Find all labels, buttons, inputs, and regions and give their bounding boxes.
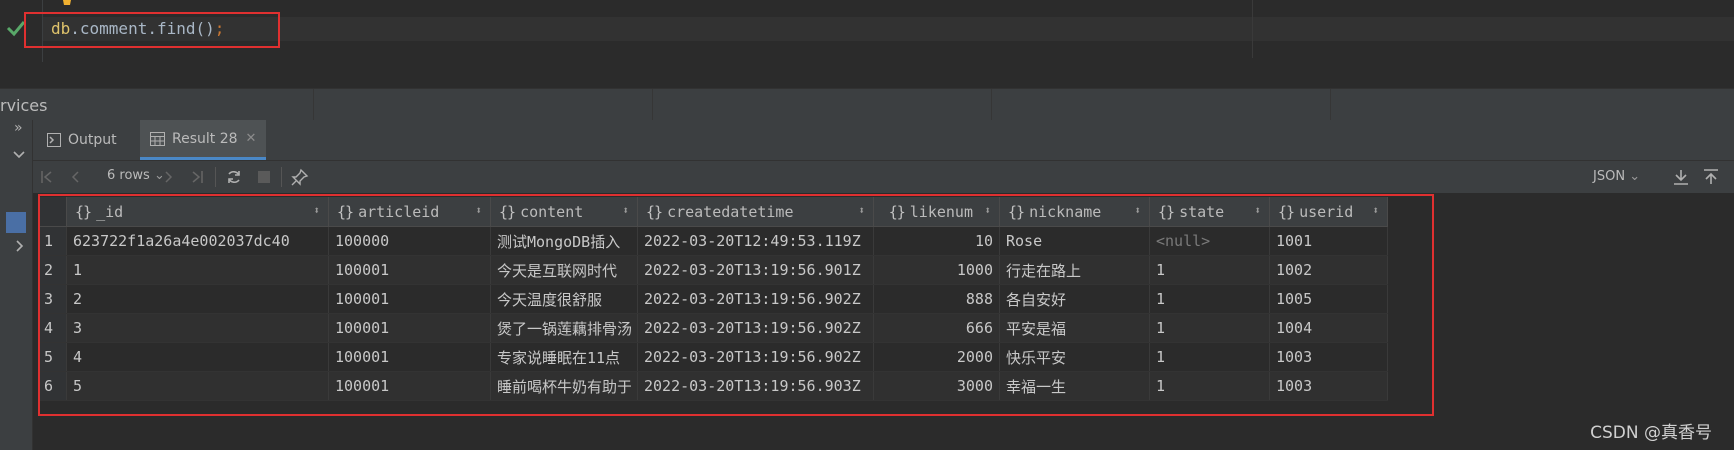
chevron-down-icon[interactable] — [13, 151, 25, 159]
pin-icon[interactable] — [291, 168, 309, 186]
expand-more-icon[interactable]: » — [14, 120, 23, 136]
stop-icon[interactable] — [258, 171, 270, 183]
tab-output-label: Output — [68, 132, 117, 148]
prev-page-icon[interactable] — [71, 171, 81, 183]
download-icon[interactable] — [1673, 169, 1689, 185]
next-page-icon[interactable] — [163, 171, 173, 183]
query-highlight-box — [24, 12, 280, 48]
reload-icon[interactable] — [226, 169, 242, 185]
chevron-right-icon[interactable] — [16, 240, 24, 252]
table-icon — [150, 131, 165, 146]
right-margin-guide — [1252, 0, 1253, 58]
tab-result[interactable]: Result 28 ✕ — [140, 120, 267, 160]
first-page-icon[interactable] — [41, 171, 53, 183]
services-tool-window-header: rvices — [0, 88, 1734, 121]
format-label: JSON — [1593, 169, 1626, 184]
header-divider — [313, 89, 314, 121]
lightbulb-icon[interactable] — [60, 0, 74, 8]
services-title: rvices — [0, 96, 48, 115]
last-page-icon[interactable] — [191, 171, 203, 183]
chevron-down-icon: ⌄ — [1629, 169, 1641, 184]
upload-icon[interactable] — [1703, 169, 1719, 185]
header-divider — [652, 89, 653, 121]
toolbar-divider — [281, 167, 282, 187]
close-icon[interactable]: ✕ — [246, 131, 257, 146]
tab-result-label: Result 28 — [172, 130, 238, 147]
header-divider — [991, 89, 992, 121]
watermark: CSDN @真香号 — [1590, 423, 1712, 443]
format-select[interactable]: JSON ⌄ — [1593, 169, 1640, 184]
toolbar-divider — [215, 167, 216, 187]
current-line-highlight — [43, 17, 1734, 41]
output-icon — [47, 133, 61, 147]
page-size-select[interactable]: 6 rows ⌄ — [107, 168, 165, 183]
header-divider — [1330, 89, 1331, 121]
query-editor[interactable]: db.comment.find(); — [0, 0, 1734, 88]
result-tab-bar: Output Result 28 ✕ — [33, 120, 1734, 161]
tab-output[interactable]: Output — [47, 120, 117, 160]
results-highlight-box — [38, 194, 1434, 416]
page-size-label: 6 rows — [107, 168, 150, 183]
services-tree-strip: » — [0, 120, 33, 450]
selected-node-marker — [6, 212, 26, 233]
result-toolbar: 6 rows ⌄ JSON ⌄ — [33, 161, 1734, 193]
